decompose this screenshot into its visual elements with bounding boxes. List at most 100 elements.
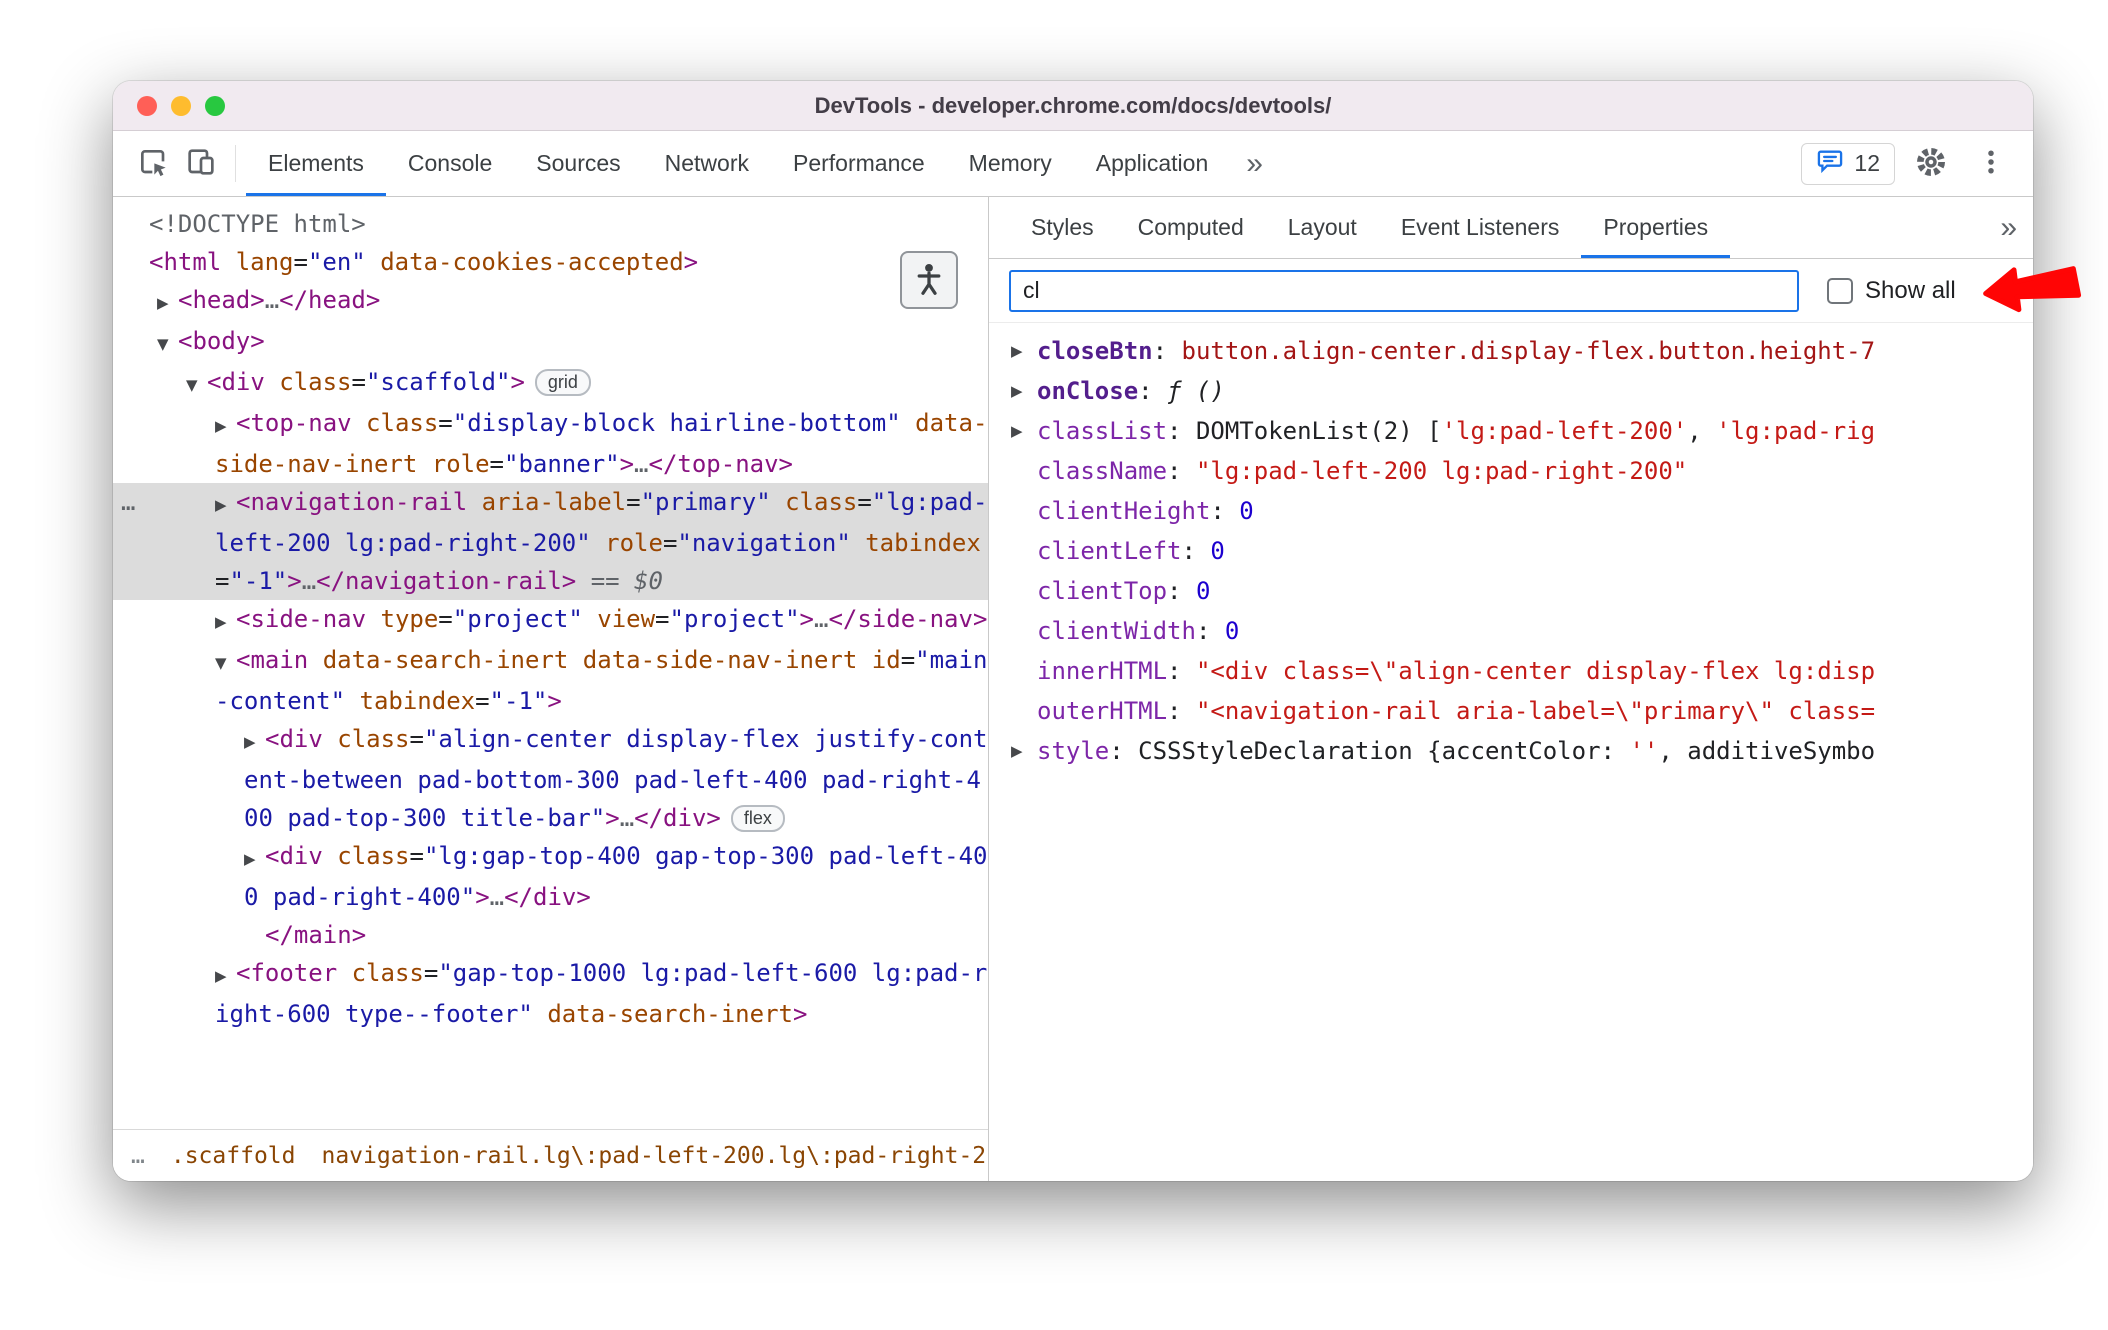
- expand-arrow-icon[interactable]: ▶: [1011, 371, 1023, 411]
- sidebar-tab-layout[interactable]: Layout: [1266, 197, 1379, 258]
- collapse-arrow-icon[interactable]: ▼: [157, 325, 178, 363]
- grid-badge[interactable]: grid: [534, 369, 591, 396]
- device-toolbar-button[interactable]: [177, 131, 225, 196]
- dom-tree-row[interactable]: </main>: [113, 916, 988, 954]
- code-token: aria-label: [481, 488, 627, 516]
- dom-tree-row[interactable]: ▶ <top-nav class="display-block hairline-…: [113, 404, 988, 483]
- tab-sources[interactable]: Sources: [514, 131, 642, 196]
- breadcrumb: … .scaffold navigation-rail.lg\:pad-left-2…: [113, 1129, 988, 1181]
- collapse-arrow-icon[interactable]: ▼: [186, 366, 207, 404]
- sidebar-tab-styles[interactable]: Styles: [1009, 197, 1116, 258]
- dom-tree-row[interactable]: ▶ <div class="lg:gap-top-400 gap-top-300 …: [113, 837, 988, 916]
- settings-gear-button[interactable]: [1907, 146, 1955, 181]
- tab-elements[interactable]: Elements: [246, 131, 386, 196]
- minimize-window-button[interactable]: [171, 95, 191, 116]
- code-token: class: [337, 842, 410, 870]
- property-colon: :: [1167, 417, 1196, 445]
- expand-arrow-icon[interactable]: ▶: [215, 957, 236, 995]
- tab-application[interactable]: Application: [1074, 131, 1231, 196]
- elements-panel: <!DOCTYPE html> <html lang="en" data-cook…: [113, 197, 989, 1181]
- property-row[interactable]: ▶ style: CSSStyleDeclaration {accentColor…: [989, 731, 2033, 771]
- expand-arrow-icon[interactable]: ▶: [157, 284, 178, 322]
- expand-arrow-icon[interactable]: ▶: [244, 723, 265, 761]
- tab-network[interactable]: Network: [643, 131, 771, 196]
- expand-arrow-icon[interactable]: ▶: [1011, 411, 1023, 451]
- sidebar-more-tabs-button[interactable]: »: [1984, 197, 2033, 258]
- close-window-button[interactable]: [137, 95, 157, 116]
- expand-arrow-icon[interactable]: ▶: [215, 603, 236, 641]
- property-row[interactable]: className: "lg:pad-left-200 lg:pad-right…: [989, 451, 2033, 491]
- expand-arrow-icon[interactable]: ▶: [1011, 731, 1023, 771]
- code-token: >: [619, 450, 635, 478]
- properties-filter-input[interactable]: [1009, 269, 1799, 312]
- show-all-label[interactable]: Show all: [1865, 277, 1956, 305]
- property-name: clientWidth: [1037, 617, 1196, 645]
- dom-tree-row[interactable]: ▶ <footer class="gap-top-1000 lg:pad-left…: [113, 954, 988, 1033]
- code-token: <footer: [236, 959, 338, 987]
- tab-console[interactable]: Console: [386, 131, 514, 196]
- breadcrumb-item[interactable]: navigation-rail.lg\:pad-left-200.lg\:pad…: [321, 1143, 986, 1169]
- accessibility-inspect-button[interactable]: [900, 251, 958, 309]
- expand-arrow-icon[interactable]: ▶: [1011, 331, 1023, 371]
- window-title: DevTools - developer.chrome.com/docs/dev…: [814, 92, 1332, 118]
- window-titlebar[interactable]: DevTools - developer.chrome.com/docs/dev…: [113, 81, 2033, 131]
- code-token: </head>: [279, 286, 381, 314]
- dom-tree-row[interactable]: <html lang="en" data-cookies-accepted>: [113, 243, 988, 281]
- property-value: button.align-center.display-flex.button.…: [1181, 337, 1876, 365]
- code-token: </top-nav>: [648, 450, 794, 478]
- property-row[interactable]: outerHTML: "<navigation-rail aria-label=…: [989, 691, 2033, 731]
- tab-memory[interactable]: Memory: [947, 131, 1074, 196]
- panel-tabs: Elements Console Sources Network Performance…: [246, 131, 1230, 196]
- show-all-checkbox[interactable]: [1827, 277, 1853, 304]
- expand-arrow-icon[interactable]: ▶: [215, 486, 236, 524]
- dom-tree-row[interactable]: ▶ <side-nav type="project" view="project"…: [113, 600, 988, 641]
- dom-tree-row[interactable]: ▼ <body>: [113, 322, 988, 363]
- dom-tree-row[interactable]: ▶ <div class="align-center display-flex j…: [113, 720, 988, 837]
- expand-arrow-icon[interactable]: ▶: [215, 407, 236, 445]
- property-row[interactable]: ▶ onClose: ƒ (): [989, 371, 2033, 411]
- inspect-element-button[interactable]: [129, 131, 177, 196]
- property-row[interactable]: ▶ classList: DOMTokenList(2) ['lg:pad-lef…: [989, 411, 2033, 451]
- property-row[interactable]: innerHTML: "<div class=\"align-center di…: [989, 651, 2033, 691]
- more-options-button[interactable]: [1967, 147, 2015, 180]
- code-token: =: [409, 842, 424, 870]
- issues-button[interactable]: 12: [1801, 142, 1895, 185]
- code-token: role: [605, 529, 663, 557]
- expand-arrow-icon[interactable]: ▶: [244, 840, 265, 878]
- collapse-arrow-icon[interactable]: ▼: [215, 644, 236, 682]
- row-overflow-menu[interactable]: …: [121, 483, 135, 521]
- breadcrumb-item[interactable]: …: [131, 1143, 145, 1169]
- code-token: =: [475, 687, 490, 715]
- property-row[interactable]: clientTop: 0: [989, 571, 2033, 611]
- sidebar-tab-properties[interactable]: Properties: [1581, 197, 1731, 258]
- more-tabs-button[interactable]: »: [1230, 131, 1279, 196]
- dom-tree-row[interactable]: ▼ <div class="scaffold"> grid: [113, 363, 988, 404]
- property-colon: :: [1167, 697, 1196, 725]
- code-token: data-search-inert: [547, 1000, 793, 1028]
- code-token: >: [799, 605, 814, 633]
- flex-badge[interactable]: flex: [730, 805, 785, 832]
- sidebar-tab-computed[interactable]: Computed: [1116, 197, 1266, 258]
- property-row[interactable]: clientHeight: 0: [989, 491, 2033, 531]
- tab-performance[interactable]: Performance: [771, 131, 947, 196]
- breadcrumb-item[interactable]: .scaffold: [171, 1143, 296, 1169]
- dom-tree-row[interactable]: ▼ <main data-search-inert data-side-nav-i…: [113, 641, 988, 720]
- property-row[interactable]: ▶ closeBtn: button.align-center.display-f…: [989, 331, 2033, 371]
- property-value: "lg:pad-left-200 lg:pad-right-200": [1195, 457, 1688, 485]
- property-row[interactable]: clientLeft: 0: [989, 531, 2033, 571]
- sidebar-tab-event-listeners[interactable]: Event Listeners: [1379, 197, 1582, 258]
- code-token: tabindex: [359, 687, 476, 715]
- code-token: class: [366, 409, 439, 437]
- dom-tree: <!DOCTYPE html> <html lang="en" data-cook…: [113, 197, 988, 1129]
- code-token: <body>: [178, 327, 265, 355]
- dom-tree-row[interactable]: <!DOCTYPE html>: [113, 205, 988, 243]
- dom-tree-row[interactable]: … ▶ <navigation-rail aria-label="primary" …: [113, 483, 988, 600]
- dom-tree-row[interactable]: ▶ <head>…</head>: [113, 281, 988, 322]
- zoom-window-button[interactable]: [205, 95, 225, 116]
- property-row[interactable]: clientWidth: 0: [989, 611, 2033, 651]
